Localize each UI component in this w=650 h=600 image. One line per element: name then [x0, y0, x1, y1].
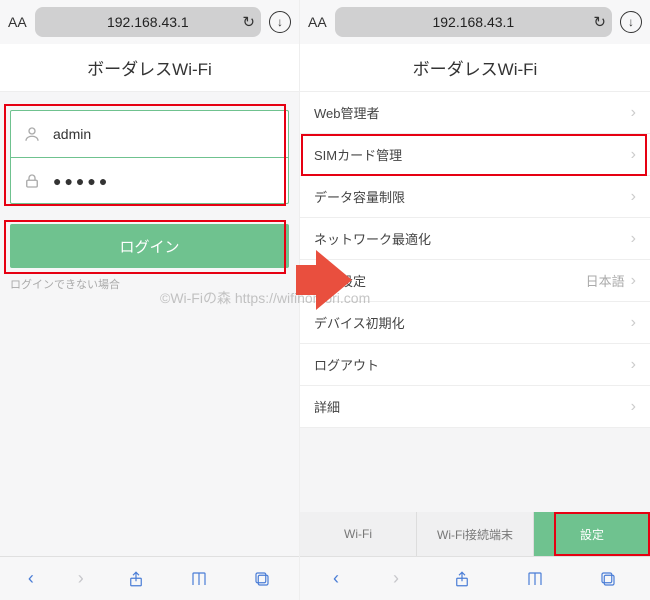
reload-icon[interactable]: ↻ — [242, 13, 255, 31]
list-item-sim-management[interactable]: SIMカード管理 › — [300, 134, 650, 176]
page-title: ボーダレスWi-Fi — [300, 44, 650, 92]
user-icon — [23, 125, 41, 143]
bottom-tabs: Wi-Fi Wi-Fi接続端末 設定 — [300, 512, 650, 556]
chevron-right-icon: › — [631, 356, 636, 374]
list-label: 詳細 — [314, 397, 340, 416]
lock-icon — [23, 172, 41, 190]
chevron-right-icon: › — [631, 314, 636, 332]
chevron-right-icon: › — [631, 272, 636, 290]
url-text: 192.168.43.1 — [432, 14, 514, 30]
login-help-link[interactable]: ログインできない場合 — [10, 276, 289, 292]
list-label: データ容量制限 — [314, 187, 405, 206]
tab-wifi[interactable]: Wi-Fi — [300, 512, 417, 556]
password-field[interactable]: ●●●●● — [11, 157, 288, 203]
list-label: SIMカード管理 — [314, 145, 402, 164]
list-item-language[interactable]: 言語設定日本語› — [300, 260, 650, 302]
chevron-right-icon: › — [631, 104, 636, 122]
text-size-button[interactable]: AA — [308, 14, 327, 30]
browser-bottombar: ‹ › — [300, 556, 650, 600]
download-icon[interactable]: ↓ — [269, 11, 291, 33]
chevron-right-icon: › — [631, 188, 636, 206]
url-bar[interactable]: 192.168.43.1 ↻ — [35, 7, 261, 37]
list-item-web-admin[interactable]: Web管理者 › — [300, 92, 650, 134]
username-field[interactable]: admin — [11, 111, 288, 157]
arrow-indicator — [296, 250, 352, 310]
list-label: デバイス初期化 — [314, 313, 405, 332]
tabs-icon[interactable] — [253, 570, 271, 588]
settings-list: Web管理者› SIMカード管理› データ容量制限› ネットワーク最適化› 言語… — [300, 92, 650, 428]
reload-icon[interactable]: ↻ — [593, 13, 606, 31]
browser-topbar: AA 192.168.43.1 ↻ ↓ — [0, 0, 299, 44]
login-content: admin ●●●●● ログイン ログインできない場合 — [0, 92, 299, 556]
url-text: 192.168.43.1 — [107, 14, 189, 30]
forward-icon[interactable]: › — [78, 568, 84, 589]
list-label: ネットワーク最適化 — [314, 229, 431, 248]
list-item-data-limit[interactable]: データ容量制限 › — [300, 176, 650, 218]
download-icon[interactable]: ↓ — [620, 11, 642, 33]
chevron-right-icon: › — [631, 230, 636, 248]
list-label: ログアウト — [314, 355, 379, 374]
list-item-logout[interactable]: ログアウト › — [300, 344, 650, 386]
list-item-details[interactable]: 詳細 › — [300, 386, 650, 428]
browser-bottombar: ‹ › — [0, 556, 299, 600]
tab-connected-devices[interactable]: Wi-Fi接続端末 — [417, 512, 534, 556]
tabs-icon[interactable] — [599, 570, 617, 588]
list-item-device-reset[interactable]: デバイス初期化 › — [300, 302, 650, 344]
bookmarks-icon[interactable] — [189, 570, 209, 588]
page-title: ボーダレスWi-Fi — [0, 44, 299, 92]
tab-settings[interactable]: 設定 — [534, 512, 650, 556]
forward-icon[interactable]: › — [393, 568, 399, 589]
login-form: admin ●●●●● — [10, 110, 289, 204]
list-label: Web管理者 — [314, 103, 380, 122]
share-icon[interactable] — [127, 570, 145, 588]
browser-topbar: AA 192.168.43.1 ↻ ↓ — [300, 0, 650, 44]
back-icon[interactable]: ‹ — [333, 568, 339, 589]
login-button[interactable]: ログイン — [10, 224, 289, 268]
chevron-right-icon: › — [631, 398, 636, 416]
text-size-button[interactable]: AA — [8, 14, 27, 30]
share-icon[interactable] — [453, 570, 471, 588]
bookmarks-icon[interactable] — [525, 570, 545, 588]
username-value: admin — [53, 126, 91, 142]
left-screen: AA 192.168.43.1 ↻ ↓ ボーダレスWi-Fi admin ●●●… — [0, 0, 300, 600]
back-icon[interactable]: ‹ — [28, 568, 34, 589]
settings-content: Web管理者› SIMカード管理› データ容量制限› ネットワーク最適化› 言語… — [300, 92, 650, 556]
list-item-network-optimize[interactable]: ネットワーク最適化 › — [300, 218, 650, 260]
url-bar[interactable]: 192.168.43.1 ↻ — [335, 7, 612, 37]
password-value: ●●●●● — [53, 173, 110, 189]
list-value: 日本語 — [586, 271, 625, 290]
chevron-right-icon: › — [631, 146, 636, 164]
right-screen: AA 192.168.43.1 ↻ ↓ ボーダレスWi-Fi Web管理者 › S… — [300, 0, 650, 600]
